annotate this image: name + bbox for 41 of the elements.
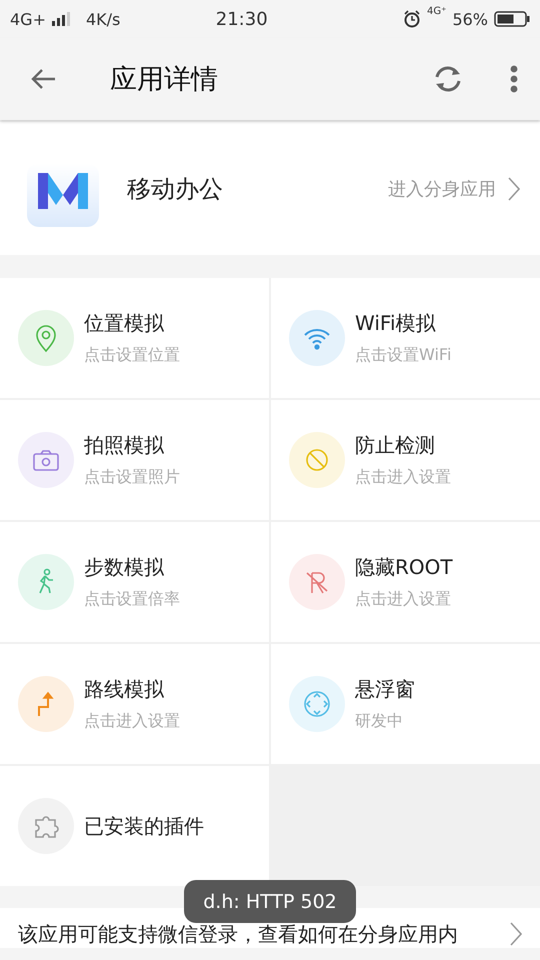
feature-title: 防止检测 bbox=[355, 432, 436, 459]
clock-time: 21:30 bbox=[214, 8, 269, 30]
feature-tile[interactable]: 步数模拟 点击设置倍率 bbox=[0, 522, 269, 642]
feature-tile[interactable]: 位置模拟 点击设置位置 bbox=[0, 278, 269, 398]
feature-tile[interactable]: WiFi模拟 点击设置WiFi bbox=[271, 278, 540, 398]
feature-title: WiFi模拟 bbox=[355, 310, 436, 337]
feature-tile[interactable]: 防止检测 点击进入设置 bbox=[271, 400, 540, 520]
chevron-right-icon[interactable] bbox=[510, 922, 522, 946]
feature-tile[interactable]: 路线模拟 点击进入设置 bbox=[0, 644, 269, 764]
feature-title: 位置模拟 bbox=[84, 310, 165, 337]
feature-title: 隐藏ROOT bbox=[355, 554, 453, 581]
chevron-right-icon[interactable] bbox=[508, 176, 520, 200]
feature-subtitle: 点击设置倍率 bbox=[84, 589, 180, 610]
network-type: 4G⁺ bbox=[427, 6, 446, 17]
feature-title: 悬浮窗 bbox=[355, 676, 415, 703]
feature-title: 已安装的插件 bbox=[84, 812, 204, 840]
feature-title: 步数模拟 bbox=[84, 554, 165, 581]
feature-subtitle: 点击进入设置 bbox=[355, 467, 451, 488]
error-toast: d.h: HTTP 502 bbox=[184, 880, 356, 923]
feature-tile[interactable]: 隐藏ROOT 点击进入设置 bbox=[271, 522, 540, 642]
feature-title: 路线模拟 bbox=[84, 676, 165, 703]
feature-tile[interactable]: 拍照模拟 点击设置照片 bbox=[0, 400, 269, 520]
feature-subtitle: 点击设置位置 bbox=[84, 345, 180, 366]
feature-tile[interactable]: 悬浮窗 研发中 bbox=[271, 644, 540, 764]
app-name: 移动办公 bbox=[127, 174, 224, 204]
feature-title: 拍照模拟 bbox=[84, 432, 165, 459]
network-speed: 4K/s bbox=[86, 10, 120, 28]
network-type: 4G+ bbox=[10, 10, 46, 28]
more-icon[interactable] bbox=[510, 65, 518, 93]
feature-tile[interactable]: 已安装的插件 bbox=[0, 766, 269, 886]
battery-percent: 56% bbox=[452, 10, 488, 28]
signal-icon bbox=[52, 12, 72, 26]
feature-subtitle: 点击设置照片 bbox=[84, 467, 180, 488]
feature-subtitle: 研发中 bbox=[355, 711, 404, 732]
feature-subtitle: 点击进入设置 bbox=[355, 589, 452, 610]
back-arrow-icon[interactable] bbox=[30, 68, 56, 90]
battery-icon bbox=[494, 11, 530, 27]
page-title: 应用详情 bbox=[110, 63, 219, 97]
feature-subtitle: 点击进入设置 bbox=[84, 711, 180, 732]
feature-subtitle: 点击设置WiFi bbox=[355, 345, 452, 366]
alarm-icon bbox=[403, 10, 422, 28]
